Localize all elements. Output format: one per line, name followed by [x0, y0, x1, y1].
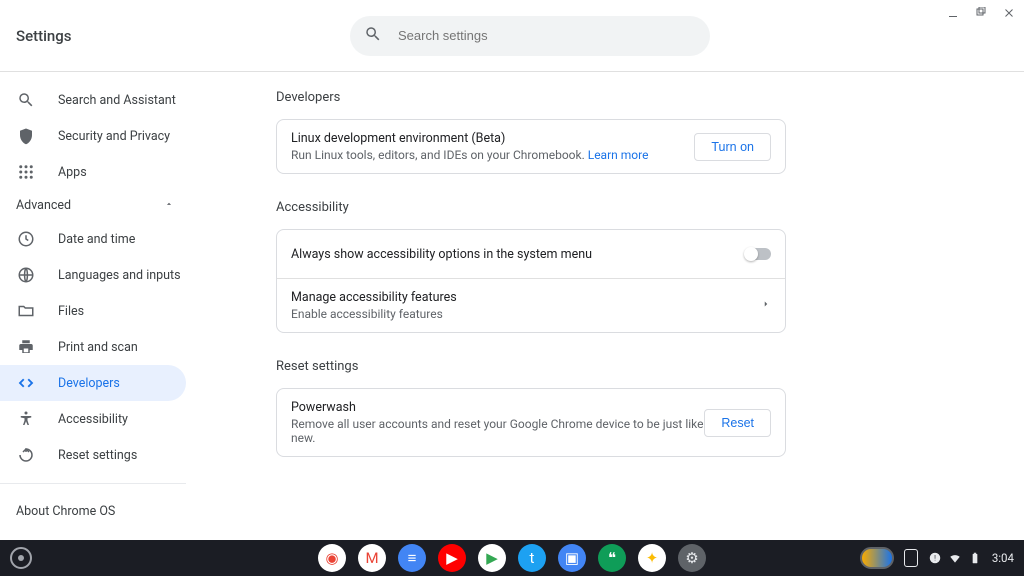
always-show-label: Always show accessibility options in the… — [291, 247, 592, 262]
apps-grid-icon — [16, 162, 36, 182]
sidebar-item-label: Developers — [58, 376, 120, 391]
dock-icon-hangouts[interactable]: ❝ — [598, 544, 626, 572]
sidebar-item-reset[interactable]: Reset settings — [0, 437, 186, 473]
sidebar-item-about[interactable]: About Chrome OS — [0, 494, 196, 529]
manage-description: Enable accessibility features — [291, 307, 457, 321]
sidebar-item-label: Print and scan — [58, 340, 138, 355]
sidebar-advanced-label: Advanced — [16, 198, 71, 213]
sidebar-item-label: Reset settings — [58, 448, 137, 463]
sidebar-item-label: Date and time — [58, 232, 135, 247]
code-icon — [16, 373, 36, 393]
sidebar-item-label: Accessibility — [58, 412, 128, 427]
sidebar-item-developers[interactable]: Developers — [0, 365, 186, 401]
manage-title: Manage accessibility features — [291, 290, 457, 305]
dock-icon-docs[interactable]: ≡ — [398, 544, 426, 572]
clock-icon — [16, 229, 36, 249]
app-header: Settings — [0, 0, 1024, 72]
globe-icon — [16, 265, 36, 285]
section-title-developers: Developers — [276, 90, 1024, 105]
reset-button[interactable]: Reset — [704, 409, 771, 437]
section-title-accessibility: Accessibility — [276, 200, 1024, 215]
user-avatar[interactable] — [860, 547, 894, 569]
section-title-reset: Reset settings — [276, 359, 1024, 374]
dock-icon-chrome[interactable]: ◉ — [318, 544, 346, 572]
battery-icon — [968, 551, 982, 565]
sidebar-item-files[interactable]: Files — [0, 293, 186, 329]
dock-icon-settings[interactable]: ⚙ — [678, 544, 706, 572]
card-linux-environment: Linux development environment (Beta) Run… — [276, 119, 786, 174]
linux-description: Run Linux tools, editors, and IDEs on yo… — [291, 148, 648, 162]
row-always-show-accessibility[interactable]: Always show accessibility options in the… — [277, 230, 785, 278]
card-accessibility: Always show accessibility options in the… — [276, 229, 786, 333]
powerwash-description: Remove all user accounts and reset your … — [291, 417, 704, 445]
always-show-toggle[interactable] — [745, 248, 771, 260]
sidebar-item-languages[interactable]: Languages and inputs — [0, 257, 186, 293]
dock-icon-youtube[interactable]: ▶ — [438, 544, 466, 572]
row-linux-environment: Linux development environment (Beta) Run… — [277, 120, 785, 173]
wifi-icon — [948, 551, 962, 565]
svg-text:!: ! — [934, 554, 936, 562]
search-box[interactable] — [350, 16, 710, 56]
card-reset-settings: Powerwash Remove all user accounts and r… — [276, 388, 786, 457]
sidebar-item-apps[interactable]: Apps — [0, 154, 186, 190]
sidebar-item-label: Apps — [58, 165, 87, 180]
main-content: Developers Linux development environment… — [196, 72, 1024, 540]
clock: 3:04 — [992, 551, 1014, 565]
row-powerwash: Powerwash Remove all user accounts and r… — [277, 389, 785, 456]
status-icons-group[interactable]: ! — [928, 551, 982, 565]
dock-icon-play[interactable]: ▶ — [478, 544, 506, 572]
sidebar-divider — [0, 483, 186, 484]
sidebar-item-print-scan[interactable]: Print and scan — [0, 329, 186, 365]
folder-icon — [16, 301, 36, 321]
sidebar-advanced-toggle[interactable]: Advanced — [0, 190, 196, 221]
dock-icon-photos[interactable]: ✦ — [638, 544, 666, 572]
printer-icon — [16, 337, 36, 357]
phone-hub-icon[interactable] — [904, 549, 918, 567]
dock: ◉ M ≡ ▶ ▶ t ▣ ❝ ✦ ⚙ — [318, 544, 706, 572]
notification-icon: ! — [928, 551, 942, 565]
dock-icon-gmail[interactable]: M — [358, 544, 386, 572]
accessibility-icon — [16, 409, 36, 429]
sidebar-item-label: Files — [58, 304, 84, 319]
window-close-button[interactable] — [1002, 6, 1016, 20]
sidebar: Search and Assistant Security and Privac… — [0, 72, 196, 540]
chevron-up-icon — [164, 198, 174, 213]
sidebar-item-label: Security and Privacy — [58, 129, 170, 144]
page-title: Settings — [16, 27, 350, 45]
learn-more-link[interactable]: Learn more — [588, 148, 649, 162]
sidebar-item-accessibility[interactable]: Accessibility — [0, 401, 186, 437]
taskbar: ◉ M ≡ ▶ ▶ t ▣ ❝ ✦ ⚙ ! 3:04 — [0, 540, 1024, 576]
sidebar-item-label: Search and Assistant — [58, 93, 176, 108]
sidebar-item-security[interactable]: Security and Privacy — [0, 118, 186, 154]
launcher-button[interactable] — [10, 547, 32, 569]
search-icon — [364, 25, 382, 47]
window-maximize-button[interactable] — [974, 6, 988, 20]
dock-icon-twitter[interactable]: t — [518, 544, 546, 572]
row-manage-accessibility[interactable]: Manage accessibility features Enable acc… — [277, 278, 785, 332]
dock-icon-files[interactable]: ▣ — [558, 544, 586, 572]
search-icon — [16, 90, 36, 110]
reset-icon — [16, 445, 36, 465]
powerwash-title: Powerwash — [291, 400, 704, 415]
sidebar-item-date-time[interactable]: Date and time — [0, 221, 186, 257]
turn-on-button[interactable]: Turn on — [694, 133, 771, 161]
window-minimize-button[interactable] — [946, 6, 960, 20]
search-input[interactable] — [398, 28, 696, 43]
status-tray[interactable]: ! 3:04 — [860, 540, 1014, 576]
chevron-right-icon — [761, 298, 771, 313]
sidebar-item-search-assistant[interactable]: Search and Assistant — [0, 82, 186, 118]
shield-icon — [16, 126, 36, 146]
linux-title: Linux development environment (Beta) — [291, 131, 648, 146]
sidebar-item-label: Languages and inputs — [58, 268, 181, 283]
